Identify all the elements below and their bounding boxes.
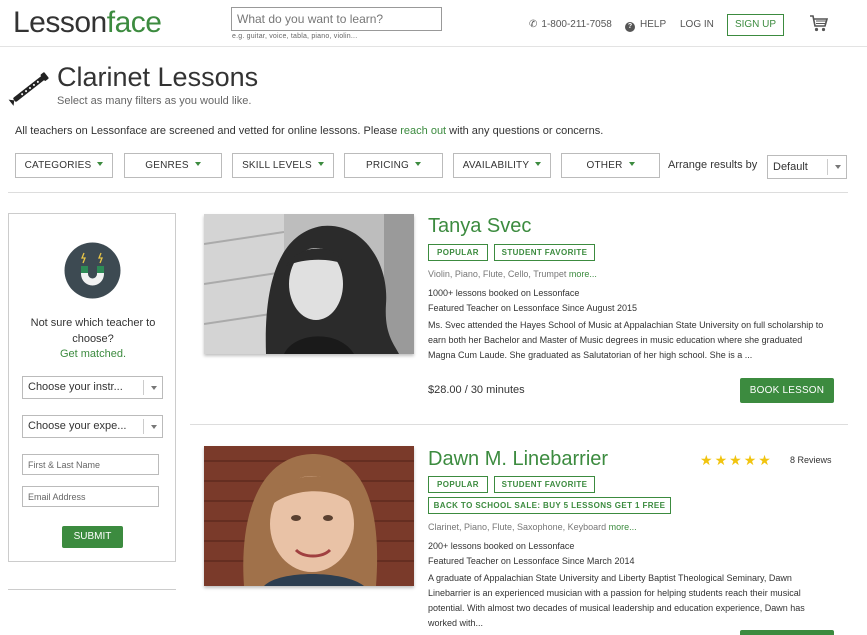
featured-since: Featured Teacher on Lessonface Since Aug… <box>428 303 637 313</box>
match-sidebar: Not sure which teacher to choose? Get ma… <box>8 213 176 562</box>
logo-text-accent: face <box>106 6 162 39</box>
phone-number: 1-800-211-7058 <box>541 19 612 30</box>
promo-badge: BACK TO SCHOOL SALE: BUY 5 LESSONS GET 1… <box>428 497 671 514</box>
magnet-icon <box>64 242 121 299</box>
teacher-bio: A graduate of Appalachian State Universi… <box>428 573 805 628</box>
star-icon: ★ <box>758 452 771 468</box>
divider <box>190 424 848 425</box>
instruments-list: Violin, Piano, Flute, Cello, Trumpet <box>428 269 567 279</box>
filter-pricing[interactable]: PRICING <box>344 153 443 178</box>
help-link[interactable]: ? HELP <box>625 19 666 32</box>
reviews-count[interactable]: 8 Reviews <box>790 455 832 465</box>
lessonface-logo[interactable]: Lessonface <box>13 6 162 40</box>
match-prompt: Not sure which teacher to choose? <box>30 317 156 345</box>
select-divider <box>827 159 828 175</box>
filter-label: PRICING <box>365 160 410 171</box>
experience-select[interactable]: Choose your expe... <box>22 415 163 438</box>
star-icon: ★ <box>743 452 757 468</box>
arrange-select[interactable]: Default <box>767 155 847 179</box>
logo-text-main: Lesson <box>13 6 107 39</box>
clarinet-icon <box>8 72 49 106</box>
more-link[interactable]: more... <box>609 522 637 532</box>
caret-down-icon <box>535 162 542 166</box>
caret-down-icon <box>194 162 201 166</box>
book-lesson-button[interactable] <box>740 630 834 635</box>
instrument-select[interactable]: Choose your instr... <box>22 376 163 399</box>
featured-since: Featured Teacher on Lessonface Since Mar… <box>428 556 635 566</box>
reach-out-link[interactable]: reach out <box>400 125 446 137</box>
teacher-name[interactable]: Dawn M. Linebarrier <box>428 448 608 471</box>
filter-label: GENRES <box>145 160 189 171</box>
star-icon: ★ <box>714 452 728 468</box>
vetted-notice: All teachers on Lessonface are screened … <box>15 125 603 137</box>
arrange-value: Default <box>773 161 808 173</box>
select-divider <box>143 419 144 434</box>
site-header: Lessonface e.g. guitar, voice, tabla, pi… <box>0 0 867 47</box>
lessons-booked: 200+ lessons booked on Lessonface <box>428 541 575 551</box>
lesson-price: $28.00 / 30 minutes <box>428 384 525 396</box>
star-icon: ★ <box>700 452 713 468</box>
filter-label: SKILL LEVELS <box>242 160 312 171</box>
vetted-text-before: All teachers on Lessonface are screened … <box>15 125 401 137</box>
instrument-select-value: Choose your instr... <box>28 381 123 393</box>
caret-down-icon <box>97 162 104 166</box>
instruments-list: Clarinet, Piano, Flute, Saxophone, Keybo… <box>428 522 607 532</box>
teacher-instruments: Clarinet, Piano, Flute, Saxophone, Keybo… <box>428 522 637 532</box>
more-link[interactable]: more... <box>569 269 597 279</box>
student-favorite-badge: STUDENT FAVORITE <box>494 476 595 493</box>
email-field[interactable] <box>22 486 159 507</box>
teacher-photo[interactable] <box>204 214 414 354</box>
caret-down-icon <box>151 425 157 429</box>
caret-down-icon <box>415 162 422 166</box>
divider <box>8 192 848 193</box>
caret-down-icon <box>317 162 324 166</box>
search-hint: e.g. guitar, voice, tabla, piano, violin… <box>232 33 358 40</box>
teacher-bio: Ms. Svec attended the Hayes School of Mu… <box>428 320 824 360</box>
caret-down-icon <box>628 162 635 166</box>
teacher-instruments: Violin, Piano, Flute, Cello, Trumpet mor… <box>428 269 597 279</box>
filter-categories[interactable]: CATEGORIES <box>15 153 113 178</box>
filter-label: AVAILABILITY <box>462 160 530 171</box>
caret-down-icon <box>151 386 157 390</box>
filter-skill-levels[interactable]: SKILL LEVELS <box>232 153 334 178</box>
arrange-label: Arrange results by <box>668 159 758 171</box>
search-input[interactable] <box>231 7 442 31</box>
vetted-text-after: with any questions or concerns. <box>446 125 604 137</box>
student-favorite-badge: STUDENT FAVORITE <box>494 244 595 261</box>
filter-availability[interactable]: AVAILABILITY <box>453 153 551 178</box>
name-field[interactable] <box>22 454 159 475</box>
rating-stars: ★ ★ ★ ★ ★ <box>700 452 773 470</box>
lessons-booked: 1000+ lessons booked on Lessonface <box>428 288 580 298</box>
phone-link[interactable]: ✆ 1-800-211-7058 <box>529 19 612 30</box>
star-icon: ★ <box>729 452 742 468</box>
help-label: HELP <box>640 19 667 30</box>
signup-button[interactable]: SIGN UP <box>727 14 784 36</box>
divider <box>8 589 176 590</box>
submit-button[interactable]: SUBMIT <box>62 526 123 548</box>
popular-badge: POPULAR <box>428 244 488 261</box>
teacher-photo[interactable] <box>204 446 414 586</box>
cart-icon[interactable] <box>809 14 829 32</box>
book-lesson-button[interactable]: BOOK LESSON <box>740 378 834 403</box>
select-divider <box>143 380 144 395</box>
experience-select-value: Choose your expe... <box>28 420 127 432</box>
filter-label: CATEGORIES <box>24 160 92 171</box>
teacher-name[interactable]: Tanya Svec <box>428 215 531 238</box>
popular-badge: POPULAR <box>428 476 488 493</box>
help-icon: ? <box>625 22 635 32</box>
login-link[interactable]: LOG IN <box>680 19 714 30</box>
get-matched-link[interactable]: Get matched. <box>9 348 177 360</box>
filter-genres[interactable]: GENRES <box>124 153 222 178</box>
filter-label: OTHER <box>586 160 623 171</box>
phone-icon: ✆ <box>529 19 538 30</box>
page-title: Clarinet Lessons <box>57 62 259 92</box>
page-subtitle: Select as many filters as you would like… <box>57 95 252 107</box>
caret-down-icon <box>835 165 841 169</box>
filter-other[interactable]: OTHER <box>561 153 660 178</box>
